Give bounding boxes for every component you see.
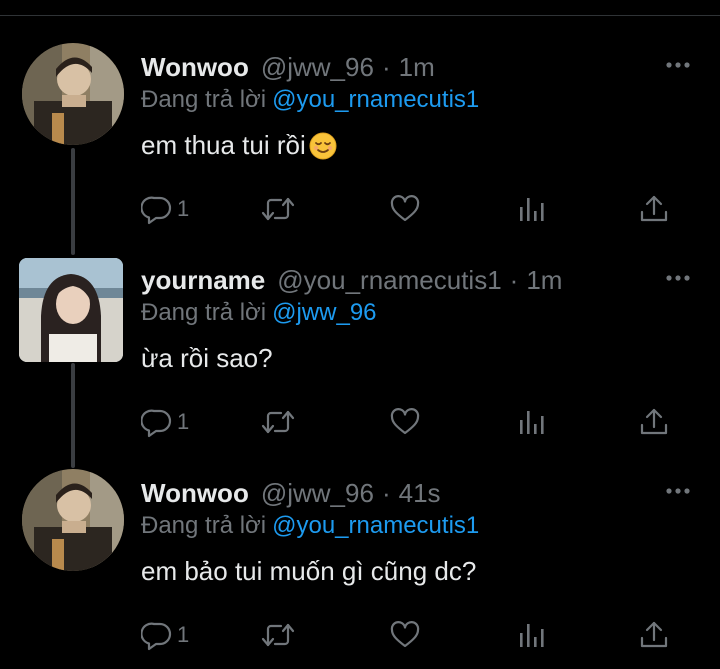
retweet-icon bbox=[261, 410, 295, 434]
display-name[interactable]: Wonwoo bbox=[141, 478, 249, 509]
handle[interactable]: @you_rnamecutis1 bbox=[277, 265, 501, 296]
tweet-text: em bảo tui muốn gì cũng dc? bbox=[141, 556, 476, 587]
heart-icon bbox=[390, 408, 420, 435]
avatar-photo bbox=[19, 258, 123, 362]
separator-dot: · bbox=[509, 265, 519, 295]
share-button[interactable] bbox=[638, 192, 670, 226]
share-upload-icon bbox=[640, 621, 668, 648]
tweet-text: em thua tui rồi bbox=[141, 130, 338, 161]
reply-prefix: Đang trả lời bbox=[141, 299, 267, 326]
relieved-face-emoji bbox=[308, 131, 338, 161]
separator-dot: · bbox=[381, 478, 391, 508]
tweet-text: ừa rồi sao? bbox=[141, 343, 273, 374]
reply-prefix: Đang trả lời bbox=[141, 512, 267, 539]
retweet-button[interactable] bbox=[261, 405, 295, 439]
analytics-bars-icon bbox=[520, 411, 544, 434]
tweet[interactable]: yourname @you_rnamecutis1 · 1m Đang trả … bbox=[0, 258, 720, 449]
analytics-bars-icon bbox=[520, 198, 544, 221]
retweet-icon bbox=[261, 623, 295, 647]
retweet-button[interactable] bbox=[261, 192, 295, 226]
reply-button[interactable]: 1 bbox=[141, 192, 189, 226]
views-button[interactable] bbox=[517, 618, 547, 652]
like-button[interactable] bbox=[389, 405, 421, 439]
separator-dot: · bbox=[381, 52, 391, 82]
display-name[interactable]: yourname bbox=[141, 265, 265, 296]
more-horizontal-icon bbox=[666, 488, 690, 494]
views-button[interactable] bbox=[517, 405, 547, 439]
tweet-text-content: ừa rồi sao? bbox=[141, 343, 273, 373]
more-options-button[interactable] bbox=[665, 484, 691, 498]
display-name[interactable]: Wonwoo bbox=[141, 52, 249, 83]
timestamp[interactable]: 1m bbox=[399, 52, 435, 83]
share-upload-icon bbox=[640, 195, 668, 222]
reply-count: 1 bbox=[177, 409, 190, 434]
handle[interactable]: @jww_96 bbox=[261, 52, 374, 83]
reply-mention-link[interactable]: @you_rnamecutis1 bbox=[272, 512, 479, 539]
replying-to: Đang trả lời @jww_96 bbox=[141, 299, 377, 327]
retweet-icon bbox=[261, 197, 295, 221]
like-button[interactable] bbox=[389, 192, 421, 226]
handle[interactable]: @jww_96 bbox=[261, 478, 374, 509]
heart-icon bbox=[390, 621, 420, 648]
reply-mention-link[interactable]: @jww_96 bbox=[272, 299, 376, 326]
more-options-button[interactable] bbox=[665, 271, 691, 285]
tweet-actions: 1 bbox=[141, 192, 681, 228]
timestamp[interactable]: 1m bbox=[526, 265, 562, 296]
replying-to: Đang trả lời @you_rnamecutis1 bbox=[141, 86, 479, 114]
tweet-text-content: em bảo tui muốn gì cũng dc? bbox=[141, 556, 477, 586]
avatar-photo bbox=[22, 469, 124, 571]
reply-bubble-icon bbox=[141, 196, 172, 225]
views-button[interactable] bbox=[517, 192, 547, 226]
reply-count: 1 bbox=[177, 196, 190, 221]
tweet[interactable]: Wonwoo @jww_96 · 41s Đang trả lời @you_rn… bbox=[0, 469, 720, 662]
reply-bubble-icon bbox=[141, 409, 172, 438]
analytics-bars-icon bbox=[520, 624, 544, 647]
tweet-text-content: em thua tui rồi bbox=[141, 130, 306, 160]
tweet-actions: 1 bbox=[141, 618, 681, 654]
reply-prefix: Đang trả lời bbox=[141, 86, 267, 113]
tweet[interactable]: Wonwoo @jww_96 · 1m Đang trả lời @you_rna… bbox=[0, 43, 720, 236]
like-button[interactable] bbox=[389, 618, 421, 652]
more-horizontal-icon bbox=[666, 62, 690, 68]
tweet-actions: 1 bbox=[141, 405, 681, 441]
avatar[interactable] bbox=[22, 469, 124, 571]
timestamp[interactable]: 41s bbox=[399, 478, 441, 509]
share-button[interactable] bbox=[638, 405, 670, 439]
top-divider bbox=[0, 15, 720, 16]
avatar-photo bbox=[22, 43, 124, 145]
reply-mention-link[interactable]: @you_rnamecutis1 bbox=[272, 86, 479, 113]
heart-icon bbox=[390, 195, 420, 222]
reply-button[interactable]: 1 bbox=[141, 405, 189, 439]
share-upload-icon bbox=[640, 408, 668, 435]
share-button[interactable] bbox=[638, 618, 670, 652]
reply-count: 1 bbox=[177, 622, 190, 647]
reply-button[interactable]: 1 bbox=[141, 618, 189, 652]
more-horizontal-icon bbox=[666, 275, 690, 281]
replying-to: Đang trả lời @you_rnamecutis1 bbox=[141, 512, 479, 540]
retweet-button[interactable] bbox=[261, 618, 295, 652]
reply-bubble-icon bbox=[141, 622, 172, 651]
avatar[interactable] bbox=[19, 258, 123, 362]
avatar[interactable] bbox=[22, 43, 124, 145]
more-options-button[interactable] bbox=[665, 58, 691, 72]
